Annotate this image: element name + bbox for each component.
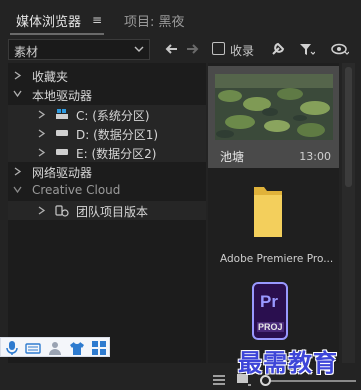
source-dropdown-value: 素材 [14,45,39,59]
tree-item-drive-c[interactable]: C: (系统分区) [8,105,206,124]
tree-item-label: 团队项目版本 [76,205,149,219]
tab-project[interactable]: 项目: 黑夜 [124,11,185,30]
tree-item-drive-e[interactable]: E: (数据分区2) [8,143,206,162]
grid-apps-icon[interactable] [91,340,107,356]
chevron-right-icon[interactable] [38,206,46,215]
panel-tab-bar: 媒体浏览器 ≡ 项目: 黑夜 [0,0,361,36]
premiere-proj-icon: Pr PROJ [252,282,288,340]
chevron-down-icon[interactable] [13,90,22,98]
chevron-down-icon[interactable] [13,186,22,194]
thumbnail-grid: 池塘 13:00 Adobe Premiere Pro... Pr PROJ [208,63,339,363]
team-project-icon [55,205,69,217]
tree-item-local-drives[interactable]: 本地驱动器 [8,85,206,104]
tree-item-drive-d[interactable]: D: (数据分区1) [8,124,206,143]
eye-view-icon[interactable] [331,42,349,56]
thumbnail-card-folder[interactable]: Adobe Premiere Pro... [208,173,339,275]
chevron-right-icon[interactable] [14,167,22,176]
chevron-right-icon[interactable] [38,148,46,157]
folder-icon [254,187,282,237]
tab-media-browser[interactable]: 媒体浏览器 [16,11,81,30]
thumbnail-scrollbar[interactable] [342,63,355,363]
chevron-right-icon[interactable] [38,110,46,119]
filter-icon[interactable] [299,42,315,57]
chevron-right-icon[interactable] [38,129,46,138]
tree-item-team-projects[interactable]: 团队项目版本 [8,201,206,220]
tree-item-label: C: (系统分区) [76,109,150,123]
premiere-badge-text: Pr [260,292,278,311]
list-view-icon[interactable] [212,374,226,386]
active-tab-indicator [10,33,104,35]
ime-toolbar [0,337,110,357]
back-arrow-icon[interactable] [165,42,179,56]
scrollbar-thumb[interactable] [345,67,352,187]
tree-item-label: 网络驱动器 [32,166,93,180]
wrench-icon[interactable] [270,42,285,57]
panel-menu-icon[interactable]: ≡ [92,13,102,27]
tree-item-label: D: (数据分区1) [76,128,159,142]
tree-item-label: E: (数据分区2) [76,147,157,161]
windows-drive-icon [56,109,68,119]
microphone-icon[interactable] [4,340,20,356]
thumbnail-name: Adobe Premiere Pro... [220,253,334,265]
user-icon[interactable] [47,340,63,356]
tree-item-label: 本地驱动器 [32,89,93,103]
tree-item-favorites[interactable]: 收藏夹 [8,66,206,85]
premiere-badge-sub: PROJ [257,322,284,332]
chevron-down-icon [134,46,144,52]
ingest-checkbox[interactable] [212,42,225,55]
hard-drive-icon [56,149,68,155]
ingest-label: 收录 [230,44,255,58]
zoom-slider-track[interactable] [264,380,356,382]
tree-item-label: 收藏夹 [32,70,69,84]
thumbnail-name: 池塘 [220,150,245,164]
media-browser-toolbar: 素材 收录 [0,38,361,62]
pond-video-thumbnail [215,74,333,140]
skin-shirt-icon[interactable] [69,340,85,356]
keyboard-icon[interactable] [25,340,41,356]
folder-tree: 收藏夹 本地驱动器 C: (系统分区) D: (数据分区1) E: (数据分区2… [8,63,206,363]
source-dropdown[interactable]: 素材 [8,39,150,60]
chevron-right-icon[interactable] [14,71,22,80]
thumbnail-card-pond[interactable]: 池塘 13:00 [208,66,339,168]
thumbnail-duration: 13:00 [299,150,331,163]
tree-item-creative-cloud[interactable]: Creative Cloud [8,181,206,200]
hard-drive-icon [56,130,68,136]
tree-item-network-drives[interactable]: 网络驱动器 [8,162,206,181]
tree-item-label: Creative Cloud [32,183,121,197]
watermark-text: 最需教育 [238,348,338,377]
forward-arrow-icon[interactable] [185,42,199,56]
